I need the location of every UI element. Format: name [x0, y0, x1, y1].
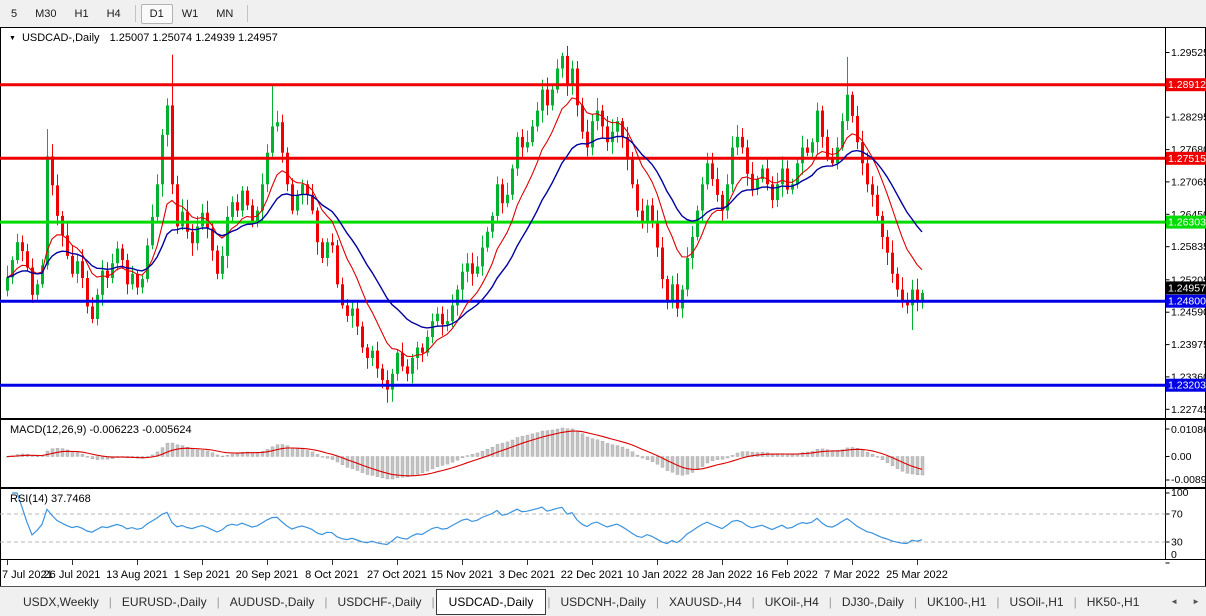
chart-tab-ukoil-h4[interactable]: UKOil-,H4 [756, 590, 828, 614]
date-tick-label: 3 Dec 2021 [499, 569, 555, 581]
date-tick-label: 22 Dec 2021 [561, 569, 623, 581]
date-tick-label: 7 Mar 2022 [824, 569, 880, 581]
timeframe-button-M30[interactable]: M30 [26, 4, 65, 24]
hline-price-badge-label: 1.26303 [1168, 217, 1206, 229]
macd-axis-label: -0.00897 [1171, 474, 1206, 486]
price-tick-label: 1.29525 [1171, 47, 1206, 59]
price-tick-label: 1.23975 [1171, 339, 1206, 351]
date-tick-label: 25 Mar 2022 [886, 569, 948, 581]
hline-price-badge-label: 1.23203 [1168, 380, 1206, 392]
chart-tab-usdcad-daily[interactable]: USDCAD-,Daily [435, 588, 547, 615]
hline-price-badge-label: 1.28912 [1168, 79, 1206, 91]
macd-axis-label: 0.00 [1171, 451, 1192, 463]
chart-tab-eurusd-daily[interactable]: EURUSD-,Daily [113, 590, 216, 614]
current-price-badge-label: 1.24957 [1168, 282, 1206, 294]
chart-tab-usoil-h1[interactable]: USOil-,H1 [1001, 590, 1073, 614]
chart-tab-usdx-weekly[interactable]: USDX,Weekly [14, 590, 108, 614]
symbol-dropdown-icon[interactable]: ▼ [9, 35, 16, 42]
date-tick-label: 10 Jan 2022 [627, 569, 688, 581]
timeframe-button-H4[interactable]: H4 [98, 4, 130, 24]
timeframe-toolbar: 5 M30 H1 H4 D1 W1 MN [0, 0, 1206, 27]
rsi-axis-label: 30 [1171, 537, 1183, 549]
price-tick-label: 1.25835 [1171, 241, 1206, 253]
chart-tab-uk100-h1[interactable]: UK100-,H1 [918, 590, 995, 614]
date-tick-label: 20 Sep 2021 [236, 569, 298, 581]
date-tick-label: 15 Nov 2021 [431, 569, 493, 581]
chart-canvas[interactable]: 1.295251.282951.276801.270651.264501.258… [0, 27, 1206, 587]
price-tick-label: 1.24590 [1171, 307, 1206, 319]
chart-tabs-bar: USDX,Weekly | EURUSD-,Daily | AUDUSD-,Daily |… [0, 587, 1206, 616]
date-tick-label: 27 Oct 2021 [367, 569, 427, 581]
tab-scroll-left-icon[interactable]: ◄ [1170, 597, 1178, 606]
chart-tab-audusd-daily[interactable]: AUDUSD-,Daily [221, 590, 324, 614]
chart-tab-dj30-daily[interactable]: DJ30-,Daily [833, 590, 913, 614]
macd-axis-label: 0.010869 [1171, 424, 1206, 436]
toolbar-separator [247, 5, 249, 22]
date-tick-label: 13 Aug 2021 [106, 569, 168, 581]
date-tick-label: 28 Jan 2022 [692, 569, 753, 581]
hline-price-badge-label: 1.27515 [1168, 153, 1206, 165]
timeframe-button-5[interactable]: 5 [2, 4, 26, 24]
price-tick-label: 1.27065 [1171, 176, 1206, 188]
date-tick-label: 16 Feb 2022 [756, 569, 818, 581]
rsi-axis-label: 70 [1171, 509, 1183, 521]
tab-scroll-right-icon[interactable]: ► [1192, 597, 1200, 606]
chart-tab-xauusd-h4[interactable]: XAUUSD-,H4 [660, 590, 751, 614]
timeframe-button-D1[interactable]: D1 [140, 3, 173, 24]
date-tick-label: 26 Jul 2021 [44, 569, 101, 581]
rsi-axis-label: 100 [1171, 487, 1189, 499]
hline-price-badge-label: 1.24800 [1168, 296, 1206, 308]
chart-tab-hk50-h1[interactable]: HK50-,H1 [1078, 590, 1149, 614]
chart-window: 1.29525 1.28295 1.27680 1.27065 1.26450 1.258… [0, 27, 1206, 587]
date-tick-label: 8 Oct 2021 [305, 569, 359, 581]
tab-scroll-arrows: ◄ ► [1170, 597, 1200, 606]
toolbar-separator [134, 5, 136, 22]
timeframe-button-MN[interactable]: MN [207, 4, 242, 24]
price-tick-label: 1.28295 [1171, 112, 1206, 124]
rsi-axis-label: 0 [1171, 549, 1177, 561]
price-tick-label: 1.22745 [1171, 404, 1206, 416]
timeframe-button-H1[interactable]: H1 [66, 4, 98, 24]
timeframe-button-W1[interactable]: W1 [173, 4, 208, 24]
chart-tab-usdchf-daily[interactable]: USDCHF-,Daily [329, 590, 431, 614]
chart-tab-usdcnh-daily[interactable]: USDCNH-,Daily [551, 590, 654, 614]
date-tick-label: 1 Sep 2021 [174, 569, 230, 581]
